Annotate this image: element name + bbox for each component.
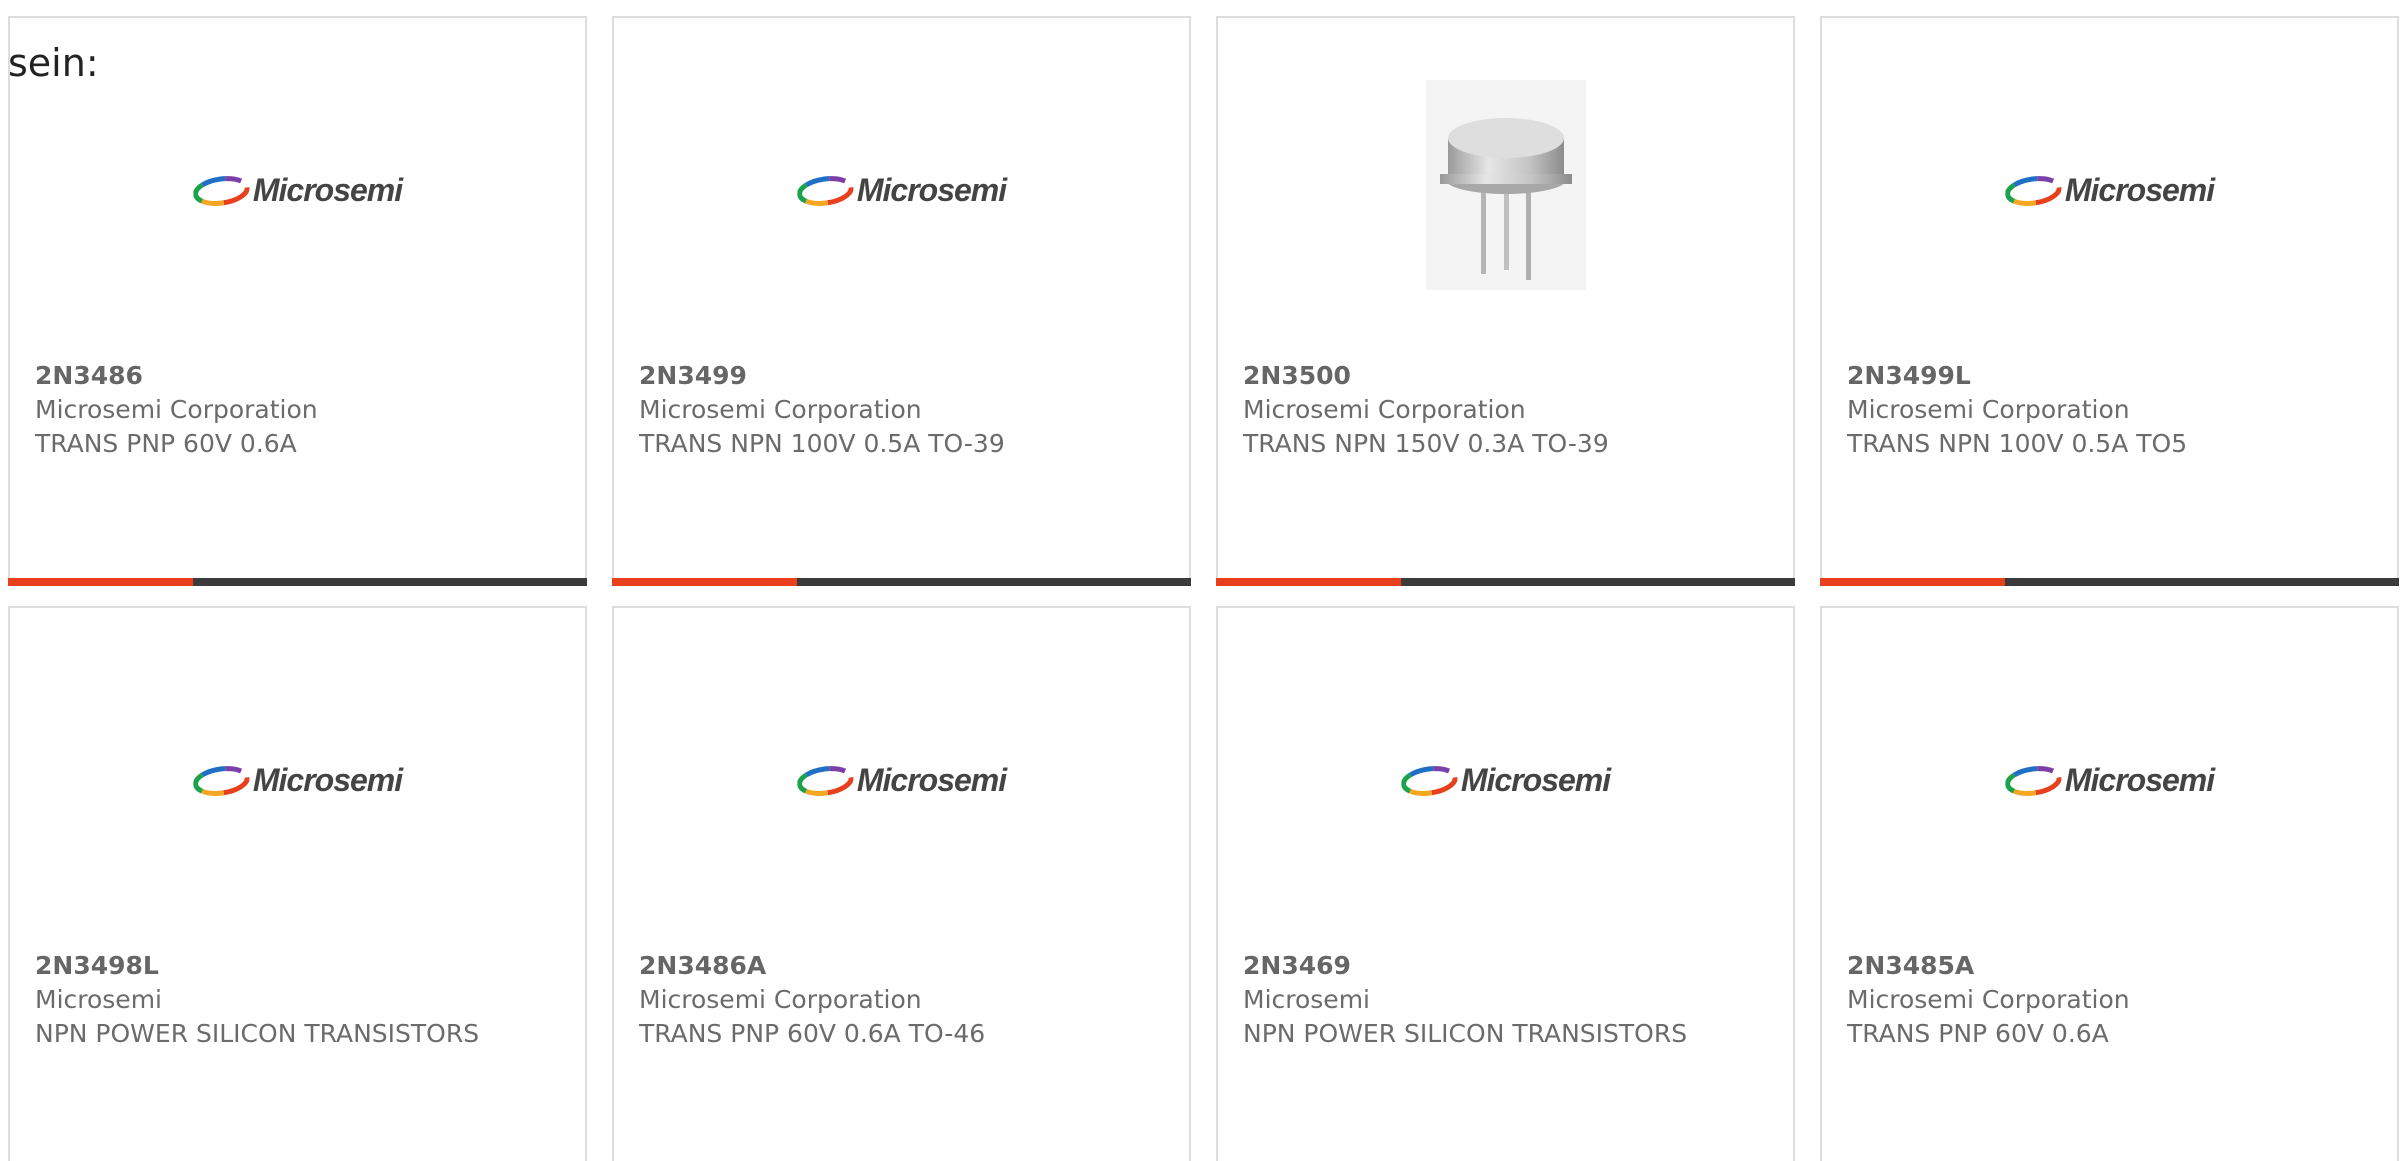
product-info: 2N3499L Microsemi Corporation TRANS NPN 10…: [1847, 359, 2377, 461]
microsemi-logo: Microsemi: [192, 172, 403, 209]
manufacturer: Microsemi: [1243, 985, 1370, 1014]
description: TRANS NPN 100V 0.5A TO-39: [639, 429, 1005, 458]
part-number-link[interactable]: 2N3500: [1243, 359, 1773, 393]
manufacturer: Microsemi: [35, 985, 162, 1014]
product-grid-page: sein: Microsemi 2N3486 Microsemi Corporati…: [0, 0, 2400, 1161]
product-card[interactable]: Microsemi 2N3499L Microsemi Corporation TRA…: [1820, 16, 2399, 586]
product-image[interactable]: Microsemi: [1822, 608, 2397, 948]
microsemi-swirl-icon: [192, 765, 249, 796]
description: TRANS NPN 100V 0.5A TO5: [1847, 429, 2188, 458]
logo-wordmark: Microsemi: [252, 762, 403, 798]
description: TRANS PNP 60V 0.6A: [1847, 1019, 2109, 1048]
microsemi-swirl-icon: [2004, 765, 2061, 796]
part-number-link[interactable]: 2N3485A: [1847, 949, 2377, 983]
microsemi-logo: Microsemi: [1400, 762, 1611, 799]
manufacturer: Microsemi Corporation: [1847, 985, 2130, 1014]
logo-wordmark: Microsemi: [2064, 172, 2215, 208]
product-image[interactable]: Microsemi: [614, 18, 1189, 358]
description: NPN POWER SILICON TRANSISTORS: [1243, 1019, 1688, 1048]
microsemi-swirl-icon: [192, 175, 249, 206]
product-card[interactable]: Microsemi 2N3499 Microsemi Corporation TRAN…: [612, 16, 1191, 586]
product-card[interactable]: Microsemi 2N3498L Microsemi NPN POWER SILIC…: [8, 606, 587, 1161]
microsemi-swirl-icon: [796, 175, 853, 206]
microsemi-logo: Microsemi: [2004, 762, 2215, 799]
description: TRANS NPN 150V 0.3A TO-39: [1243, 429, 1609, 458]
product-card[interactable]: 2N3500 Microsemi Corporation TRANS NPN 150…: [1216, 16, 1795, 586]
part-number-link[interactable]: 2N3499L: [1847, 359, 2377, 393]
to-39-transistor-photo: [1425, 80, 1586, 290]
part-number-link[interactable]: 2N3469: [1243, 949, 1773, 983]
manufacturer: Microsemi Corporation: [639, 985, 922, 1014]
card-progress-bar: [1820, 578, 2399, 586]
part-number-link[interactable]: 2N3499: [639, 359, 1169, 393]
product-info: 2N3485A Microsemi Corporation TRANS PNP 60…: [1847, 949, 2377, 1051]
logo-wordmark: Microsemi: [1460, 762, 1611, 798]
product-image[interactable]: Microsemi: [1822, 18, 2397, 358]
microsemi-logo: Microsemi: [796, 172, 1007, 209]
product-info: 2N3486 Microsemi Corporation TRANS PNP 60V…: [35, 359, 565, 461]
product-info: 2N3499 Microsemi Corporation TRANS NPN 100…: [639, 359, 1169, 461]
manufacturer: Microsemi Corporation: [35, 395, 318, 424]
microsemi-swirl-icon: [2004, 175, 2061, 206]
microsemi-logo: Microsemi: [192, 762, 403, 799]
microsemi-swirl-icon: [1400, 765, 1457, 796]
logo-wordmark: Microsemi: [252, 172, 403, 208]
product-image[interactable]: [1218, 18, 1793, 358]
part-number-link[interactable]: 2N3486: [35, 359, 565, 393]
product-image[interactable]: Microsemi: [614, 608, 1189, 948]
manufacturer: Microsemi Corporation: [1243, 395, 1526, 424]
product-info: 2N3498L Microsemi NPN POWER SILICON TRANSI…: [35, 949, 565, 1051]
product-card[interactable]: Microsemi 2N3469 Microsemi NPN POWER SILICO…: [1216, 606, 1795, 1161]
logo-wordmark: Microsemi: [856, 172, 1007, 208]
manufacturer: Microsemi Corporation: [639, 395, 922, 424]
microsemi-swirl-icon: [796, 765, 853, 796]
description: TRANS PNP 60V 0.6A: [35, 429, 297, 458]
product-photo: [1425, 80, 1586, 294]
intro-text: sein:: [8, 41, 99, 85]
card-progress-accent: [8, 578, 194, 586]
card-progress-accent: [612, 578, 798, 586]
product-card[interactable]: Microsemi 2N3486 Microsemi Corporation TRAN…: [8, 16, 587, 586]
product-card[interactable]: Microsemi 2N3486A Microsemi Corporation TRA…: [612, 606, 1191, 1161]
description: TRANS PNP 60V 0.6A TO-46: [639, 1019, 986, 1048]
manufacturer: Microsemi Corporation: [1847, 395, 2130, 424]
product-image[interactable]: Microsemi: [10, 608, 585, 948]
product-info: 2N3486A Microsemi Corporation TRANS PNP 60…: [639, 949, 1169, 1051]
product-info: 2N3500 Microsemi Corporation TRANS NPN 150…: [1243, 359, 1773, 461]
part-number-link[interactable]: 2N3486A: [639, 949, 1169, 983]
part-number-link[interactable]: 2N3498L: [35, 949, 565, 983]
card-progress-bar: [1216, 578, 1795, 586]
card-progress-bar: [8, 578, 587, 586]
microsemi-logo: Microsemi: [2004, 172, 2215, 209]
card-progress-accent: [1216, 578, 1402, 586]
product-card[interactable]: Microsemi 2N3485A Microsemi Corporation TRA…: [1820, 606, 2399, 1161]
card-progress-accent: [1820, 578, 2006, 586]
product-info: 2N3469 Microsemi NPN POWER SILICON TRANSIS…: [1243, 949, 1773, 1051]
product-image[interactable]: Microsemi: [1218, 608, 1793, 948]
logo-wordmark: Microsemi: [856, 762, 1007, 798]
logo-wordmark: Microsemi: [2064, 762, 2215, 798]
card-progress-bar: [612, 578, 1191, 586]
microsemi-logo: Microsemi: [796, 762, 1007, 799]
description: NPN POWER SILICON TRANSISTORS: [35, 1019, 480, 1048]
